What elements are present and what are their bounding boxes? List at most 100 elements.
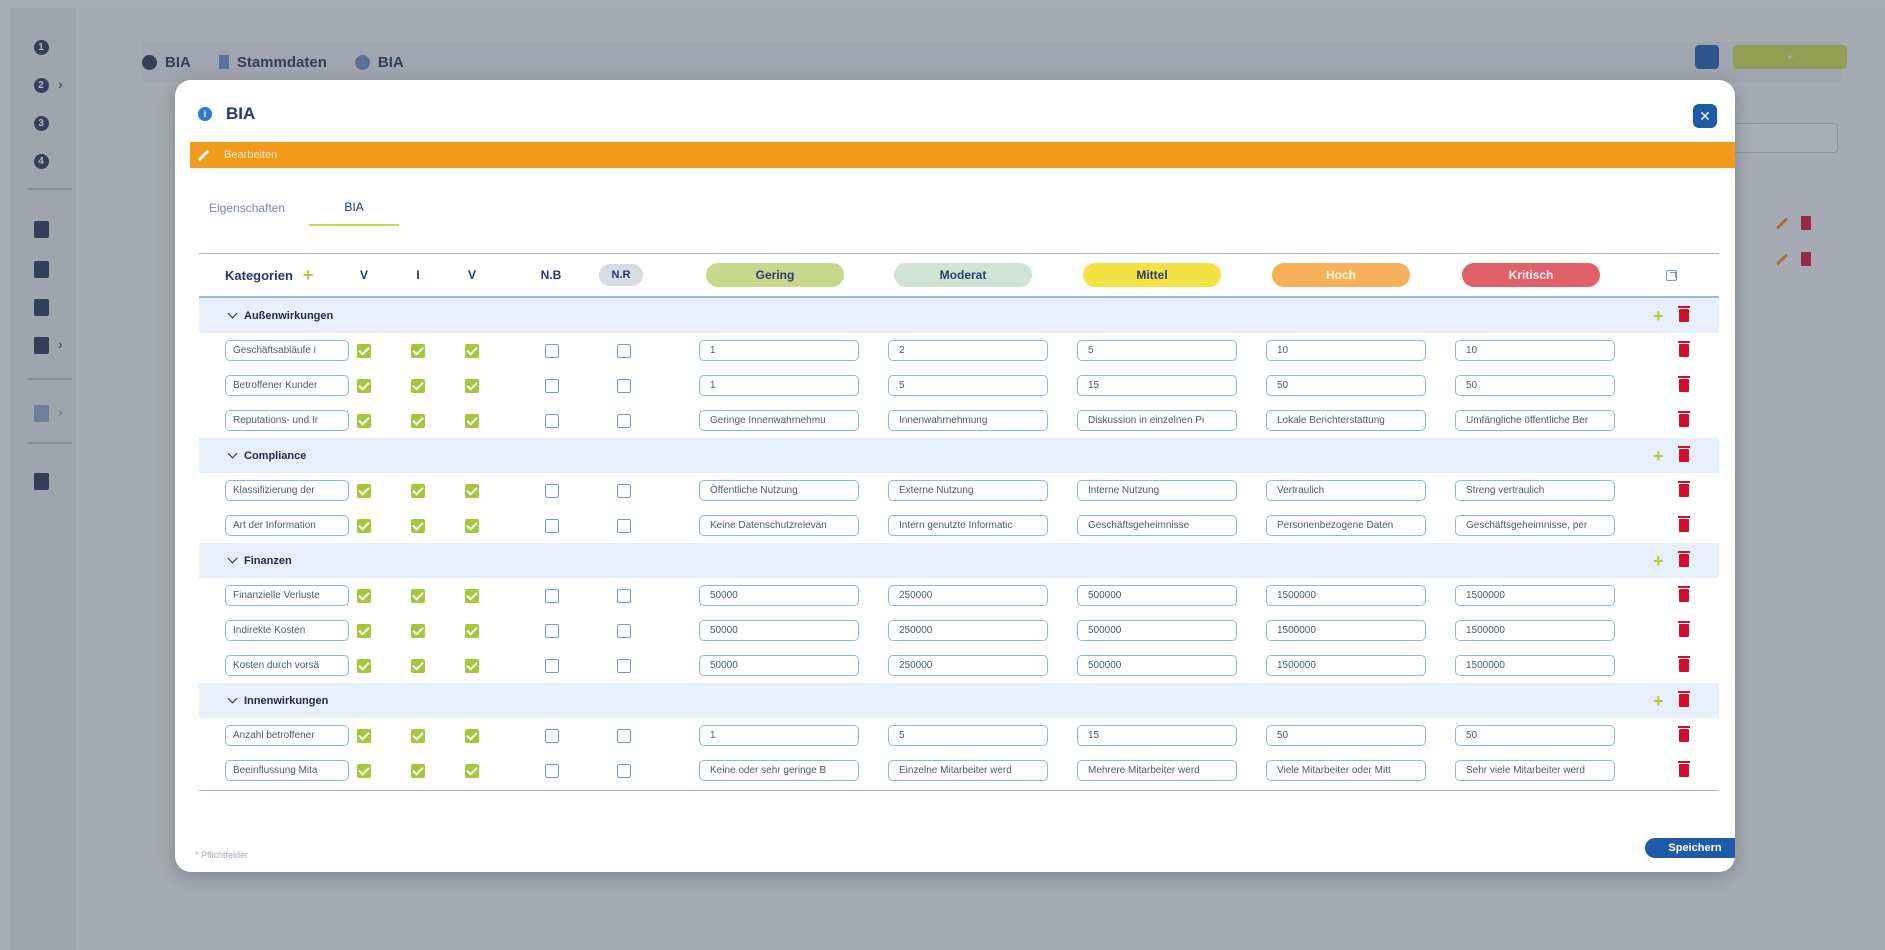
checkbox-v-availability[interactable] bbox=[464, 403, 480, 438]
level-input-gering[interactable]: Öffentliche Nutzung bbox=[699, 480, 859, 501]
level-input-gering[interactable]: 1 bbox=[699, 725, 859, 746]
checkbox-v-confidentiality[interactable] bbox=[356, 473, 372, 508]
level-input-mittel[interactable]: Diskussion in einzelnen Pi bbox=[1077, 410, 1237, 431]
level-input-gering[interactable]: 50000 bbox=[699, 620, 859, 641]
group-toggle[interactable]: Compliance bbox=[227, 438, 306, 473]
delete-group-button[interactable] bbox=[1678, 543, 1690, 578]
delete-group-button[interactable] bbox=[1678, 438, 1690, 473]
delete-row-button[interactable] bbox=[1678, 473, 1690, 508]
delete-row-button[interactable] bbox=[1678, 718, 1690, 753]
level-input-gering[interactable]: 1 bbox=[699, 375, 859, 396]
tab-bia[interactable]: BIA bbox=[309, 190, 400, 226]
level-input-gering[interactable]: Geringe Innenwahrnehmu bbox=[699, 410, 859, 431]
checkbox-v-confidentiality[interactable] bbox=[356, 753, 372, 788]
close-button[interactable]: ✕ bbox=[1693, 104, 1717, 128]
add-row-button[interactable]: + bbox=[1653, 438, 1664, 473]
category-name-input[interactable]: Finanzielle Verluste bbox=[225, 585, 349, 606]
level-input-hoch[interactable]: 50 bbox=[1266, 725, 1426, 746]
checkbox-nb[interactable] bbox=[544, 508, 560, 543]
level-input-mittel[interactable]: 500000 bbox=[1077, 585, 1237, 606]
level-input-moderat[interactable]: Intern genutzte Informatic bbox=[888, 515, 1048, 536]
level-input-gering[interactable]: 50000 bbox=[699, 655, 859, 676]
checkbox-v-confidentiality[interactable] bbox=[356, 578, 372, 613]
checkbox-v-confidentiality[interactable] bbox=[356, 403, 372, 438]
export-icon[interactable] bbox=[1661, 254, 1681, 296]
checkbox-v-availability[interactable] bbox=[464, 718, 480, 753]
level-input-hoch[interactable]: Viele Mitarbeiter oder Mitt bbox=[1266, 760, 1426, 781]
category-name-input[interactable]: Art der Information bbox=[225, 515, 349, 536]
checkbox-nr[interactable] bbox=[616, 333, 632, 368]
checkbox-nb[interactable] bbox=[544, 753, 560, 788]
level-input-moderat[interactable]: Innenwahrnehmung bbox=[888, 410, 1048, 431]
checkbox-nb[interactable] bbox=[544, 718, 560, 753]
checkbox-v-availability[interactable] bbox=[464, 368, 480, 403]
checkbox-nb[interactable] bbox=[544, 613, 560, 648]
checkbox-nb[interactable] bbox=[544, 648, 560, 683]
checkbox-i-integrity[interactable] bbox=[410, 718, 426, 753]
level-input-hoch[interactable]: Personenbezogene Daten bbox=[1266, 515, 1426, 536]
checkbox-nb[interactable] bbox=[544, 473, 560, 508]
checkbox-nr[interactable] bbox=[616, 473, 632, 508]
level-input-mittel[interactable]: 500000 bbox=[1077, 655, 1237, 676]
add-category-icon[interactable]: + bbox=[303, 266, 314, 284]
delete-row-button[interactable] bbox=[1678, 368, 1690, 403]
level-input-gering[interactable]: Keine oder sehr geringe B bbox=[699, 760, 859, 781]
delete-row-button[interactable] bbox=[1678, 753, 1690, 788]
category-name-input[interactable]: Beeinflussung Mita bbox=[225, 760, 349, 781]
group-toggle[interactable]: Finanzen bbox=[227, 543, 292, 578]
level-input-mittel[interactable]: 15 bbox=[1077, 375, 1237, 396]
delete-row-button[interactable] bbox=[1678, 333, 1690, 368]
delete-group-button[interactable] bbox=[1678, 683, 1690, 718]
level-input-mittel[interactable]: Interne Nutzung bbox=[1077, 480, 1237, 501]
checkbox-nr[interactable] bbox=[616, 648, 632, 683]
checkbox-nr[interactable] bbox=[616, 718, 632, 753]
level-input-moderat[interactable]: 250000 bbox=[888, 620, 1048, 641]
checkbox-nb[interactable] bbox=[544, 578, 560, 613]
checkbox-nb[interactable] bbox=[544, 403, 560, 438]
level-input-moderat[interactable]: 2 bbox=[888, 340, 1048, 361]
delete-row-button[interactable] bbox=[1678, 578, 1690, 613]
level-input-moderat[interactable]: Einzelne Mitarbeiter werd bbox=[888, 760, 1048, 781]
category-name-input[interactable]: Anzahl betroffener bbox=[225, 725, 349, 746]
level-input-mittel[interactable]: 15 bbox=[1077, 725, 1237, 746]
level-input-moderat[interactable]: Externe Nutzung bbox=[888, 480, 1048, 501]
checkbox-i-integrity[interactable] bbox=[410, 613, 426, 648]
checkbox-nr[interactable] bbox=[616, 368, 632, 403]
delete-row-button[interactable] bbox=[1678, 613, 1690, 648]
level-input-moderat[interactable]: 250000 bbox=[888, 655, 1048, 676]
checkbox-nr[interactable] bbox=[616, 508, 632, 543]
level-input-hoch[interactable]: 1500000 bbox=[1266, 620, 1426, 641]
checkbox-nr[interactable] bbox=[616, 578, 632, 613]
level-input-hoch[interactable]: Vertraulich bbox=[1266, 480, 1426, 501]
category-name-input[interactable]: Betroffener Kunder bbox=[225, 375, 349, 396]
add-row-button[interactable]: + bbox=[1653, 298, 1664, 333]
category-name-input[interactable]: Indirekte Kosten bbox=[225, 620, 349, 641]
checkbox-v-confidentiality[interactable] bbox=[356, 368, 372, 403]
level-input-kritisch[interactable]: 1500000 bbox=[1455, 585, 1615, 606]
checkbox-v-availability[interactable] bbox=[464, 648, 480, 683]
level-input-kritisch[interactable]: Umfängliche öffentliche Ber bbox=[1455, 410, 1615, 431]
category-name-input[interactable]: Reputations- und Ir bbox=[225, 410, 349, 431]
checkbox-i-integrity[interactable] bbox=[410, 508, 426, 543]
delete-group-button[interactable] bbox=[1678, 298, 1690, 333]
category-name-input[interactable]: Geschäftsabläufe i bbox=[225, 340, 349, 361]
level-input-hoch[interactable]: Lokale Berichterstattung bbox=[1266, 410, 1426, 431]
checkbox-v-availability[interactable] bbox=[464, 578, 480, 613]
level-input-gering[interactable]: Keine Datenschutzrelevan bbox=[699, 515, 859, 536]
category-name-input[interactable]: Kosten durch vorsä bbox=[225, 655, 349, 676]
checkbox-i-integrity[interactable] bbox=[410, 368, 426, 403]
checkbox-v-confidentiality[interactable] bbox=[356, 508, 372, 543]
checkbox-v-confidentiality[interactable] bbox=[356, 648, 372, 683]
checkbox-nr[interactable] bbox=[616, 613, 632, 648]
level-input-kritisch[interactable]: 1500000 bbox=[1455, 620, 1615, 641]
level-input-kritisch[interactable]: 50 bbox=[1455, 725, 1615, 746]
level-input-hoch[interactable]: 1500000 bbox=[1266, 655, 1426, 676]
level-input-kritisch[interactable]: 50 bbox=[1455, 375, 1615, 396]
level-input-gering[interactable]: 1 bbox=[699, 340, 859, 361]
checkbox-v-availability[interactable] bbox=[464, 473, 480, 508]
checkbox-i-integrity[interactable] bbox=[410, 753, 426, 788]
level-input-mittel[interactable]: 5 bbox=[1077, 340, 1237, 361]
checkbox-v-availability[interactable] bbox=[464, 508, 480, 543]
checkbox-i-integrity[interactable] bbox=[410, 403, 426, 438]
group-toggle[interactable]: Außenwirkungen bbox=[227, 298, 333, 333]
